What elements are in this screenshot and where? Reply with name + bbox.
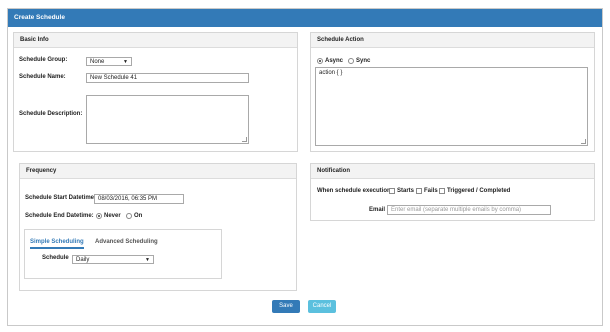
fails-checkbox[interactable]: [416, 188, 422, 194]
scheduling-tabs-container: [24, 229, 222, 279]
schedule-name-value: New Schedule 41: [90, 75, 138, 81]
schedule-type-label: Schedule: [42, 255, 69, 261]
end-on-label: On: [134, 213, 143, 219]
action-code-text: action { }: [319, 70, 343, 76]
async-radio[interactable]: [317, 58, 323, 64]
resize-grip-icon[interactable]: [581, 139, 586, 144]
notification-header: Notification: [311, 164, 594, 179]
frequency-header: Frequency: [20, 164, 296, 179]
cancel-button[interactable]: Cancel: [308, 300, 336, 313]
schedule-description-textarea[interactable]: [86, 95, 249, 144]
dialog-title: Create Schedule: [8, 9, 602, 27]
tab-advanced-scheduling[interactable]: Advanced Scheduling: [95, 239, 158, 245]
schedule-group-label: Schedule Group:: [19, 57, 68, 63]
schedule-group-select[interactable]: None ▼: [86, 57, 132, 66]
async-label: Async: [325, 58, 344, 64]
resize-grip-icon[interactable]: [242, 137, 247, 142]
triggered-label: Triggered / Completed: [447, 188, 511, 194]
end-datetime-label: Schedule End Datetime:: [25, 213, 94, 219]
starts-label: Starts: [397, 188, 415, 194]
sync-radio[interactable]: [348, 58, 354, 64]
fails-label: Fails: [424, 188, 438, 194]
schedule-name-input[interactable]: New Schedule 41: [86, 73, 249, 83]
schedule-name-label: Schedule Name:: [19, 74, 66, 80]
schedule-description-label: Schedule Description:: [19, 111, 83, 117]
when-execution-label: When schedule execution: [317, 188, 391, 194]
schedule-type-value: Daily: [76, 257, 90, 263]
tab-simple-scheduling[interactable]: Simple Scheduling: [30, 239, 84, 249]
start-datetime-input[interactable]: 08/03/2016, 06:35 PM: [94, 194, 184, 204]
triggered-checkbox[interactable]: [439, 188, 445, 194]
end-never-radio[interactable]: [96, 213, 102, 219]
sync-label: Sync: [356, 58, 371, 64]
schedule-type-select[interactable]: Daily ▼: [72, 255, 154, 264]
schedule-group-value: None: [90, 59, 105, 65]
starts-checkbox[interactable]: [389, 188, 395, 194]
email-input[interactable]: Enter email (separate multiple emails by…: [387, 205, 551, 215]
chevron-down-icon: ▼: [145, 257, 150, 263]
action-code-editor[interactable]: action { }: [315, 67, 588, 146]
email-label: Email: [369, 207, 386, 213]
save-button[interactable]: Save: [272, 300, 300, 313]
start-datetime-value: 08/03/2016, 06:35 PM: [98, 196, 158, 202]
email-placeholder: Enter email (separate multiple emails by…: [391, 207, 522, 213]
basic-info-header: Basic Info: [14, 33, 297, 48]
start-datetime-label: Schedule Start Datetime:: [25, 195, 97, 201]
end-on-radio[interactable]: [126, 213, 132, 219]
end-never-label: Never: [104, 213, 121, 219]
chevron-down-icon: ▼: [123, 59, 128, 65]
schedule-action-header: Schedule Action: [311, 33, 594, 48]
